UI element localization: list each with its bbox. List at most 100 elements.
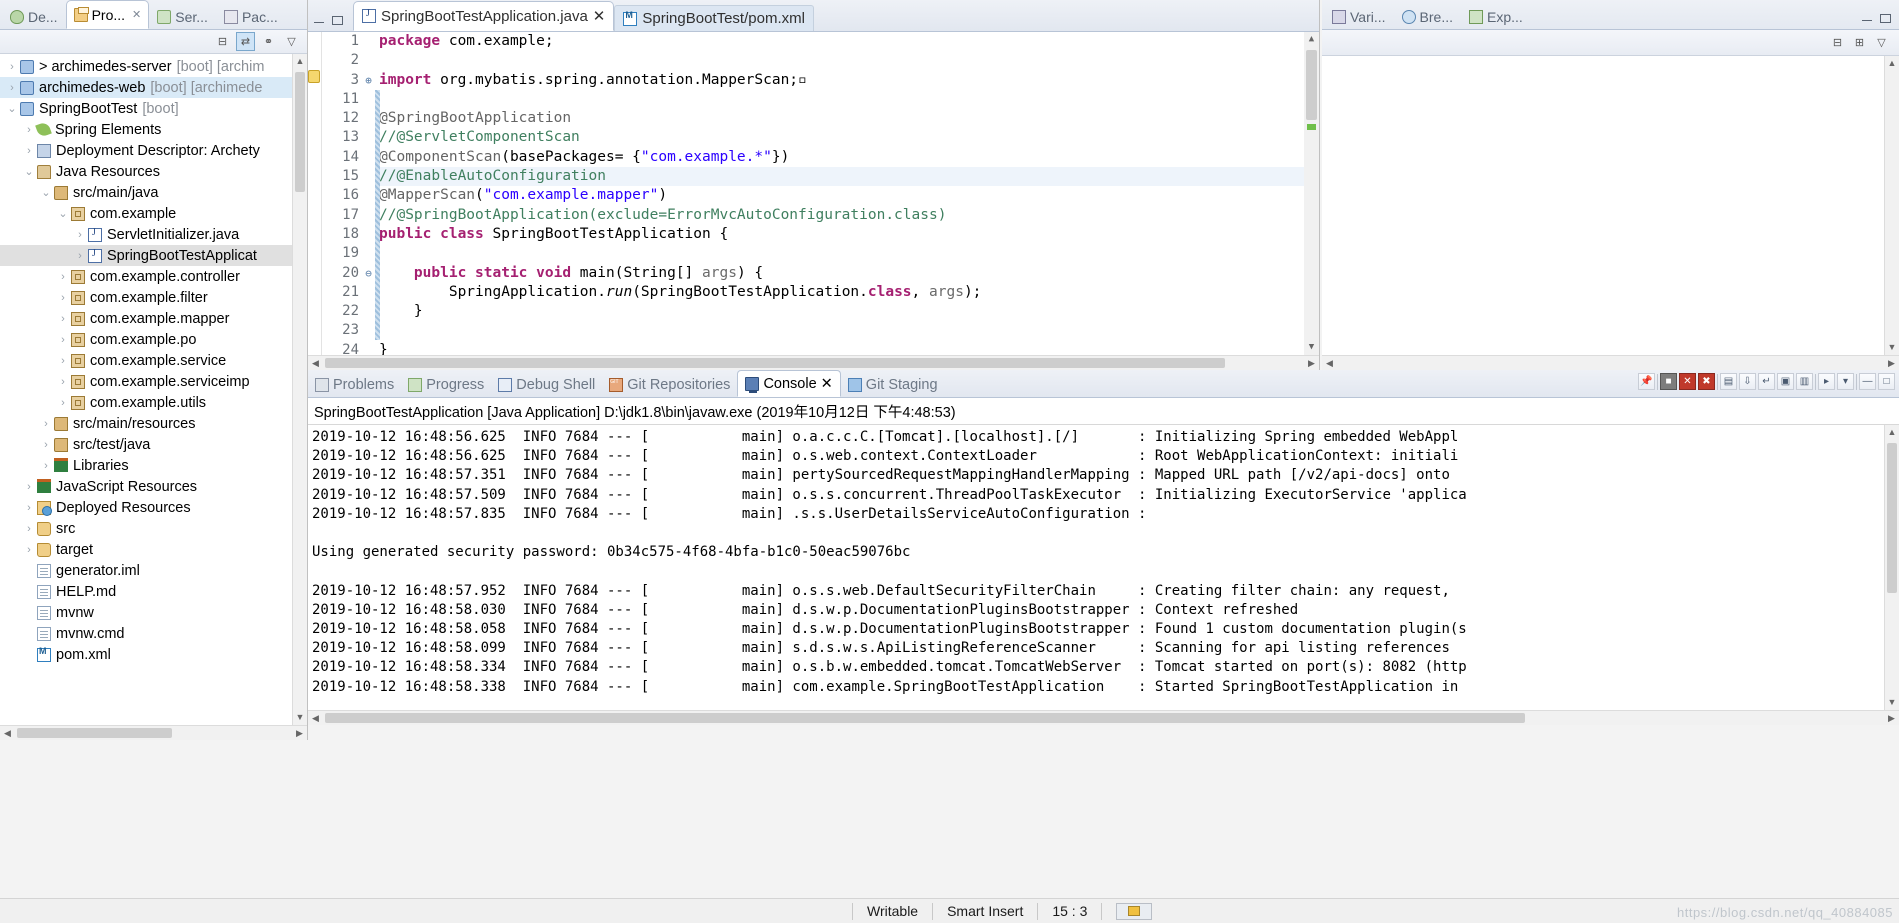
- code-line[interactable]: [375, 244, 1319, 263]
- console-output-area[interactable]: 2019-10-12 16:48:56.625 INFO 7684 --- [ …: [308, 425, 1899, 710]
- code-line[interactable]: @MapperScan("com.example.mapper"): [375, 186, 1319, 205]
- chevron-right-icon[interactable]: ›: [21, 145, 37, 157]
- tree-item[interactable]: › src/main/resources: [0, 413, 307, 434]
- console-scroll-down-arrow[interactable]: ▼: [1885, 695, 1899, 710]
- code-line[interactable]: [375, 51, 1319, 70]
- chevron-right-icon[interactable]: ›: [21, 502, 37, 514]
- pin-console-2-button[interactable]: ▥: [1796, 373, 1813, 390]
- console-tab-debug-shell[interactable]: Debug Shell: [491, 373, 602, 397]
- tree-item[interactable]: ⌄ Java Resources: [0, 161, 307, 182]
- project-tree-hscrollbar[interactable]: ◀ ▶: [0, 725, 307, 740]
- editor-hscrollbar[interactable]: ◀ ▶: [308, 355, 1319, 370]
- chevron-right-icon[interactable]: ›: [55, 313, 71, 325]
- tree-item[interactable]: › JavaScript Resources: [0, 476, 307, 497]
- console-scroll-up-arrow[interactable]: ▲: [1885, 425, 1899, 440]
- editor-scroll-left-arrow[interactable]: ◀: [308, 356, 323, 370]
- right-scroll-up-arrow[interactable]: ▲: [1885, 56, 1899, 71]
- collapse-all-button[interactable]: ⊟: [213, 32, 232, 51]
- project-tree-vscrollbar[interactable]: ▲ ▼: [292, 54, 307, 725]
- scroll-lock-button[interactable]: ⇩: [1739, 373, 1756, 390]
- chevron-right-icon[interactable]: ›: [38, 418, 54, 430]
- chevron-right-icon[interactable]: ›: [55, 355, 71, 367]
- console-scroll-right-arrow[interactable]: ▶: [1884, 711, 1899, 725]
- view-tab-pro[interactable]: Pro... ✕: [65, 0, 150, 29]
- chevron-down-icon[interactable]: ⌄: [38, 186, 54, 199]
- console-tab-git-repositories[interactable]: Git Repositories: [602, 373, 737, 397]
- display-selected-console-button[interactable]: ▸: [1818, 373, 1835, 390]
- status-keyboard-lock[interactable]: [1102, 899, 1166, 923]
- console-vscroll-thumb[interactable]: [1887, 443, 1897, 593]
- right-minimize-icon[interactable]: [1862, 16, 1872, 21]
- terminate-button[interactable]: ■: [1660, 373, 1677, 390]
- code-line[interactable]: [375, 90, 1319, 109]
- tree-item[interactable]: › archimedes-web [boot] [archimede: [0, 77, 307, 98]
- chevron-down-icon[interactable]: ⌄: [4, 102, 20, 115]
- tree-item[interactable]: › Deployment Descriptor: Archety: [0, 140, 307, 161]
- editor-scroll-right-arrow[interactable]: ▶: [1304, 356, 1319, 370]
- view-tab-pac[interactable]: Pac...: [216, 3, 286, 29]
- tree-item[interactable]: generator.iml: [0, 560, 307, 581]
- minimize-panel-button[interactable]: —: [1859, 373, 1876, 390]
- chevron-right-icon[interactable]: ›: [72, 229, 88, 241]
- right-scroll-right-arrow[interactable]: ▶: [1884, 356, 1899, 370]
- tree-item[interactable]: › Spring Elements: [0, 119, 307, 140]
- console-scroll-left-arrow[interactable]: ◀: [308, 711, 323, 725]
- chevron-down-icon[interactable]: ⌄: [21, 165, 37, 178]
- keyboard-lock-icon[interactable]: [1116, 902, 1153, 920]
- variables-view-body[interactable]: ▲ ▼ ◀ ▶: [1322, 56, 1899, 370]
- chevron-right-icon[interactable]: ›: [55, 376, 71, 388]
- code-line[interactable]: }: [375, 341, 1319, 355]
- show-console-on-output-button[interactable]: ▣: [1777, 373, 1794, 390]
- view-tab-de[interactable]: De...: [2, 3, 66, 29]
- scroll-down-arrow[interactable]: ▼: [293, 710, 307, 725]
- tree-item[interactable]: › com.example.mapper: [0, 308, 307, 329]
- chevron-right-icon[interactable]: ›: [55, 271, 71, 283]
- chevron-right-icon[interactable]: ›: [55, 334, 71, 346]
- tree-item[interactable]: ⌄ com.example: [0, 203, 307, 224]
- editor-tab-pom[interactable]: SpringBootTest/pom.xml: [614, 5, 814, 31]
- tree-item[interactable]: mvnw: [0, 602, 307, 623]
- tree-item[interactable]: › target: [0, 539, 307, 560]
- code-line[interactable]: public static void main(String[] args) {: [375, 264, 1319, 283]
- tree-item[interactable]: › com.example.controller: [0, 266, 307, 287]
- view-tab-ser[interactable]: Ser...: [149, 3, 216, 29]
- editor-scroll-down-arrow[interactable]: ▼: [1304, 340, 1319, 355]
- hscroll-thumb[interactable]: [17, 728, 172, 738]
- editor-vscroll-thumb[interactable]: [1306, 50, 1317, 120]
- console-vscrollbar[interactable]: ▲ ▼: [1884, 425, 1899, 710]
- tree-item[interactable]: › com.example.service: [0, 350, 307, 371]
- fold-toggle-icon[interactable]: ⊕: [362, 71, 375, 90]
- remove-all-terminated-button[interactable]: ✖: [1698, 373, 1715, 390]
- folding-bar[interactable]: ⊕ ⊖: [362, 32, 375, 355]
- tree-item[interactable]: › ServletInitializer.java: [0, 224, 307, 245]
- code-area[interactable]: 1 2 3 11 12 13 14 15 16 17 18 19 20 21 22 23 24 ⊕ ⊖ packa…: [308, 32, 1319, 355]
- maximize-panel-button[interactable]: □: [1878, 373, 1895, 390]
- open-console-button[interactable]: ▾: [1837, 373, 1854, 390]
- scroll-left-arrow[interactable]: ◀: [0, 726, 15, 740]
- code-lines[interactable]: package com.example; import org.mybatis.…: [375, 32, 1319, 355]
- tree-item[interactable]: ⌄ SpringBootTest [boot]: [0, 98, 307, 119]
- collapse-all-button[interactable]: ⊟: [1828, 33, 1847, 52]
- editor-scroll-up-arrow[interactable]: ▲: [1304, 32, 1319, 47]
- minimize-icon[interactable]: [314, 18, 324, 23]
- tree-item[interactable]: › com.example.po: [0, 329, 307, 350]
- right-view-tab-bre[interactable]: Bre...: [1394, 3, 1461, 29]
- tree-item[interactable]: › com.example.serviceimp: [0, 371, 307, 392]
- console-hscrollbar[interactable]: ◀ ▶: [308, 710, 1899, 725]
- code-line[interactable]: //@EnableAutoConfiguration: [375, 167, 1319, 187]
- right-maximize-icon[interactable]: [1880, 14, 1891, 23]
- right-vscrollbar[interactable]: ▲ ▼: [1884, 56, 1899, 355]
- chevron-right-icon[interactable]: ›: [21, 523, 37, 535]
- code-line[interactable]: import org.mybatis.spring.annotation.Map…: [375, 71, 1319, 90]
- clear-console-button[interactable]: ▤: [1720, 373, 1737, 390]
- chevron-down-icon[interactable]: ⌄: [55, 207, 71, 220]
- remove-launch-button[interactable]: ✕: [1679, 373, 1696, 390]
- console-tab-git-staging[interactable]: Git Staging: [841, 373, 945, 397]
- pin-console-button[interactable]: 📌: [1638, 373, 1655, 390]
- scroll-right-arrow[interactable]: ▶: [292, 726, 307, 740]
- right-view-tab-vari[interactable]: Vari...: [1324, 3, 1394, 29]
- chevron-right-icon[interactable]: ›: [55, 397, 71, 409]
- console-hscroll-thumb[interactable]: [325, 713, 1525, 723]
- right-scroll-left-arrow[interactable]: ◀: [1322, 356, 1337, 370]
- warning-marker-icon[interactable]: [308, 70, 320, 83]
